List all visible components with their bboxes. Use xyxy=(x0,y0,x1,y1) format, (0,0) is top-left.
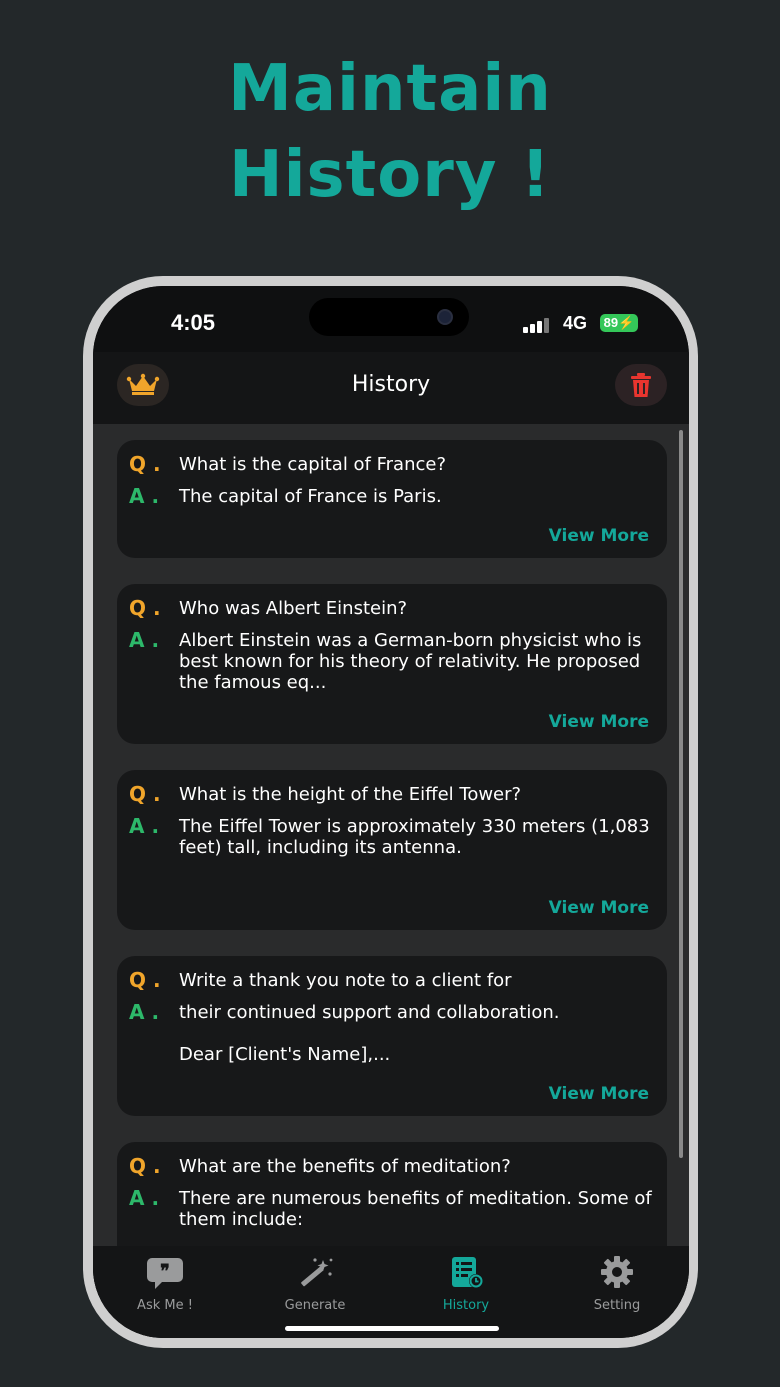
status-time: 4:05 xyxy=(171,310,216,335)
tab-generate[interactable]: Generate xyxy=(245,1256,385,1313)
battery-icon: 89⚡ xyxy=(600,314,638,332)
question-marker: Q . xyxy=(129,452,161,476)
scrollbar[interactable] xyxy=(679,430,683,1158)
question-marker: Q . xyxy=(129,782,161,806)
history-card[interactable]: Q . What are the benefits of meditation? … xyxy=(117,1142,667,1246)
question-marker: Q . xyxy=(129,968,161,992)
view-more-link[interactable]: View More xyxy=(549,712,649,732)
camera-icon xyxy=(437,309,453,325)
page-title: History xyxy=(351,372,431,397)
history-card[interactable]: Q . What is the height of the Eiffel Towe… xyxy=(117,770,667,930)
promo-title-line1: Maintain xyxy=(228,52,552,126)
tab-bar: ❞ Ask Me ! Generate History Setting xyxy=(93,1246,689,1338)
history-card[interactable]: Q . Write a thank you note to a client fo… xyxy=(117,956,667,1116)
view-more-link[interactable]: View More xyxy=(549,898,649,918)
delete-all-button[interactable] xyxy=(615,364,667,406)
question-text: Who was Albert Einstein? xyxy=(179,598,408,619)
history-list-icon xyxy=(452,1257,483,1288)
chat-bubble-icon: ❞ xyxy=(147,1258,183,1289)
answer-text: The capital of France is Paris. xyxy=(179,486,442,507)
tab-ask-me[interactable]: ❞ Ask Me ! xyxy=(95,1256,235,1313)
question-text: Write a thank you note to a client for xyxy=(179,970,512,991)
view-more-link[interactable]: View More xyxy=(549,526,649,546)
answer-marker: A . xyxy=(129,484,160,508)
question-text: What is the height of the Eiffel Tower? xyxy=(179,784,522,805)
gear-icon xyxy=(601,1256,633,1288)
history-card[interactable]: Q . Who was Albert Einstein? A . Albert Ei… xyxy=(117,584,667,744)
magic-wand-icon xyxy=(301,1258,333,1287)
tab-setting[interactable]: Setting xyxy=(547,1256,687,1313)
answer-marker: A . xyxy=(129,814,160,838)
view-more-link[interactable]: View More xyxy=(549,1084,649,1104)
svg-text:❞: ❞ xyxy=(160,1261,170,1282)
tab-label: Generate xyxy=(284,1298,346,1313)
question-marker: Q . xyxy=(129,596,161,620)
answer-marker: A . xyxy=(129,1000,160,1024)
phone-screen: 4:05 4G 89⚡ History Q . What is the capi… xyxy=(93,286,689,1338)
promo-title-line2: History ! xyxy=(229,138,551,212)
question-text: What is the capital of France? xyxy=(179,454,447,475)
answer-text: their continued support and collaboratio… xyxy=(179,1002,560,1023)
signal-icon xyxy=(523,317,553,333)
answer-marker: A . xyxy=(129,1186,160,1210)
answer-text-continued: Dear [Client's Name],... xyxy=(179,1044,391,1065)
tab-label: Ask Me ! xyxy=(137,1298,193,1313)
answer-text: There are numerous benefits of meditatio… xyxy=(179,1188,652,1230)
tab-label: Setting xyxy=(593,1298,641,1313)
header-bar: History xyxy=(93,352,689,424)
home-indicator xyxy=(285,1326,499,1331)
battery-level: 89 xyxy=(603,315,619,330)
trash-icon xyxy=(631,373,651,397)
answer-marker: A . xyxy=(129,628,160,652)
history-list[interactable]: Q . What is the capital of France? A . The… xyxy=(93,424,689,1246)
answer-text: The Eiffel Tower is approximately 330 me… xyxy=(179,816,650,858)
dynamic-island xyxy=(309,298,469,336)
tab-history[interactable]: History xyxy=(396,1256,536,1313)
tab-label: History xyxy=(442,1298,490,1313)
question-marker: Q . xyxy=(129,1154,161,1178)
history-card[interactable]: Q . What is the capital of France? A . The… xyxy=(117,440,667,558)
network-type: 4G xyxy=(563,313,588,333)
question-text: What are the benefits of meditation? xyxy=(179,1156,511,1177)
answer-text: Albert Einstein was a German-born physic… xyxy=(179,630,642,693)
